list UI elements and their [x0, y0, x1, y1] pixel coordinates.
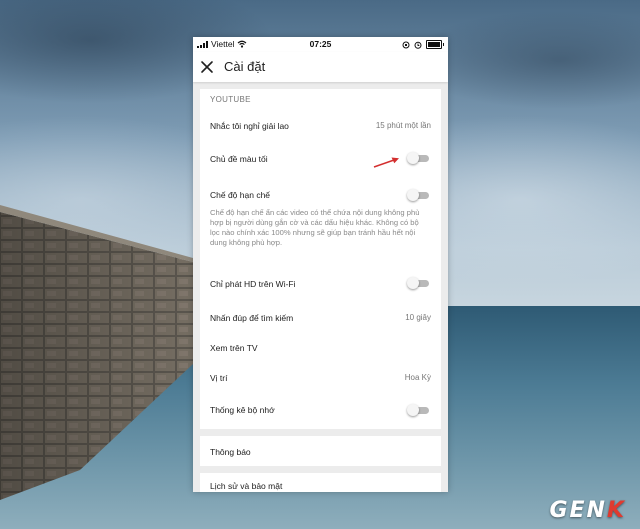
dark-theme-toggle[interactable] [407, 151, 431, 165]
row-value: 10 giây [405, 313, 431, 322]
remind-break-row[interactable]: Nhắc tôi nghỉ giải lao 15 phút một lần [200, 113, 441, 139]
watch-on-tv-row[interactable]: Xem trên TV [200, 337, 441, 363]
location-row[interactable]: Vị trí Hoa Kỳ [200, 367, 441, 393]
notifications-item[interactable]: Thông báo [200, 436, 441, 466]
annotation-arrow-icon [373, 157, 399, 168]
toggle-thumb [407, 277, 419, 289]
genk-watermark: GENK [549, 498, 626, 523]
hd-wifi-toggle[interactable] [407, 276, 431, 290]
watermark-accent: K [606, 498, 626, 523]
youtube-settings-card: YOUTUBE Nhắc tôi nghỉ giải lao 15 phút m… [200, 89, 441, 429]
page-title: Cài đặt [224, 59, 266, 74]
app-bar: Cài đặt [193, 52, 448, 82]
phone-screen: Viettel 07:25 Cài đặt YOUTUBE Nhắc tôi n… [193, 37, 448, 492]
section-header: YOUTUBE [210, 95, 251, 104]
row-label: Chỉ phát HD trên Wi-Fi [210, 279, 296, 289]
row-label: Vị trí [210, 373, 228, 383]
restricted-mode-row[interactable]: Chế độ hạn chế Chế độ hạn chế ẩn các vid… [200, 185, 441, 265]
row-label: Chủ đề màu tối [210, 154, 268, 164]
row-label: Lịch sử và bảo mật [210, 481, 283, 491]
toggle-thumb [407, 152, 419, 164]
row-label: Nhắc tôi nghỉ giải lao [210, 121, 289, 131]
restricted-mode-description: Chế độ hạn chế ẩn các video có thể chứa … [210, 208, 420, 247]
row-label: Thông báo [210, 447, 251, 457]
toggle-thumb [407, 189, 419, 201]
restricted-mode-toggle[interactable] [407, 188, 431, 202]
history-privacy-item[interactable]: Lịch sử và bảo mật [200, 473, 441, 492]
orientation-lock-icon [402, 41, 410, 48]
status-right [402, 40, 444, 49]
row-value: 15 phút một lần [375, 121, 431, 130]
status-bar: Viettel 07:25 [193, 37, 448, 52]
row-label: Chế độ hạn chế [210, 190, 271, 200]
close-icon[interactable] [199, 59, 215, 75]
dark-theme-row[interactable]: Chủ đề màu tối [200, 149, 441, 175]
toggle-thumb [407, 404, 419, 416]
row-label: Nhấn đúp để tìm kiếm [210, 313, 294, 323]
double-tap-seek-row[interactable]: Nhấn đúp để tìm kiếm 10 giây [200, 307, 441, 333]
storage-stats-toggle[interactable] [407, 403, 431, 417]
battery-icon [426, 40, 444, 49]
hd-wifi-row[interactable]: Chỉ phát HD trên Wi-Fi [200, 273, 441, 299]
row-label: Xem trên TV [210, 343, 258, 353]
row-value: Hoa Kỳ [404, 373, 431, 382]
alarm-icon [414, 41, 422, 49]
watermark-text: GEN [549, 498, 607, 523]
row-label: Thống kê bộ nhớ [210, 405, 275, 415]
storage-stats-row[interactable]: Thống kê bộ nhớ [200, 399, 441, 425]
